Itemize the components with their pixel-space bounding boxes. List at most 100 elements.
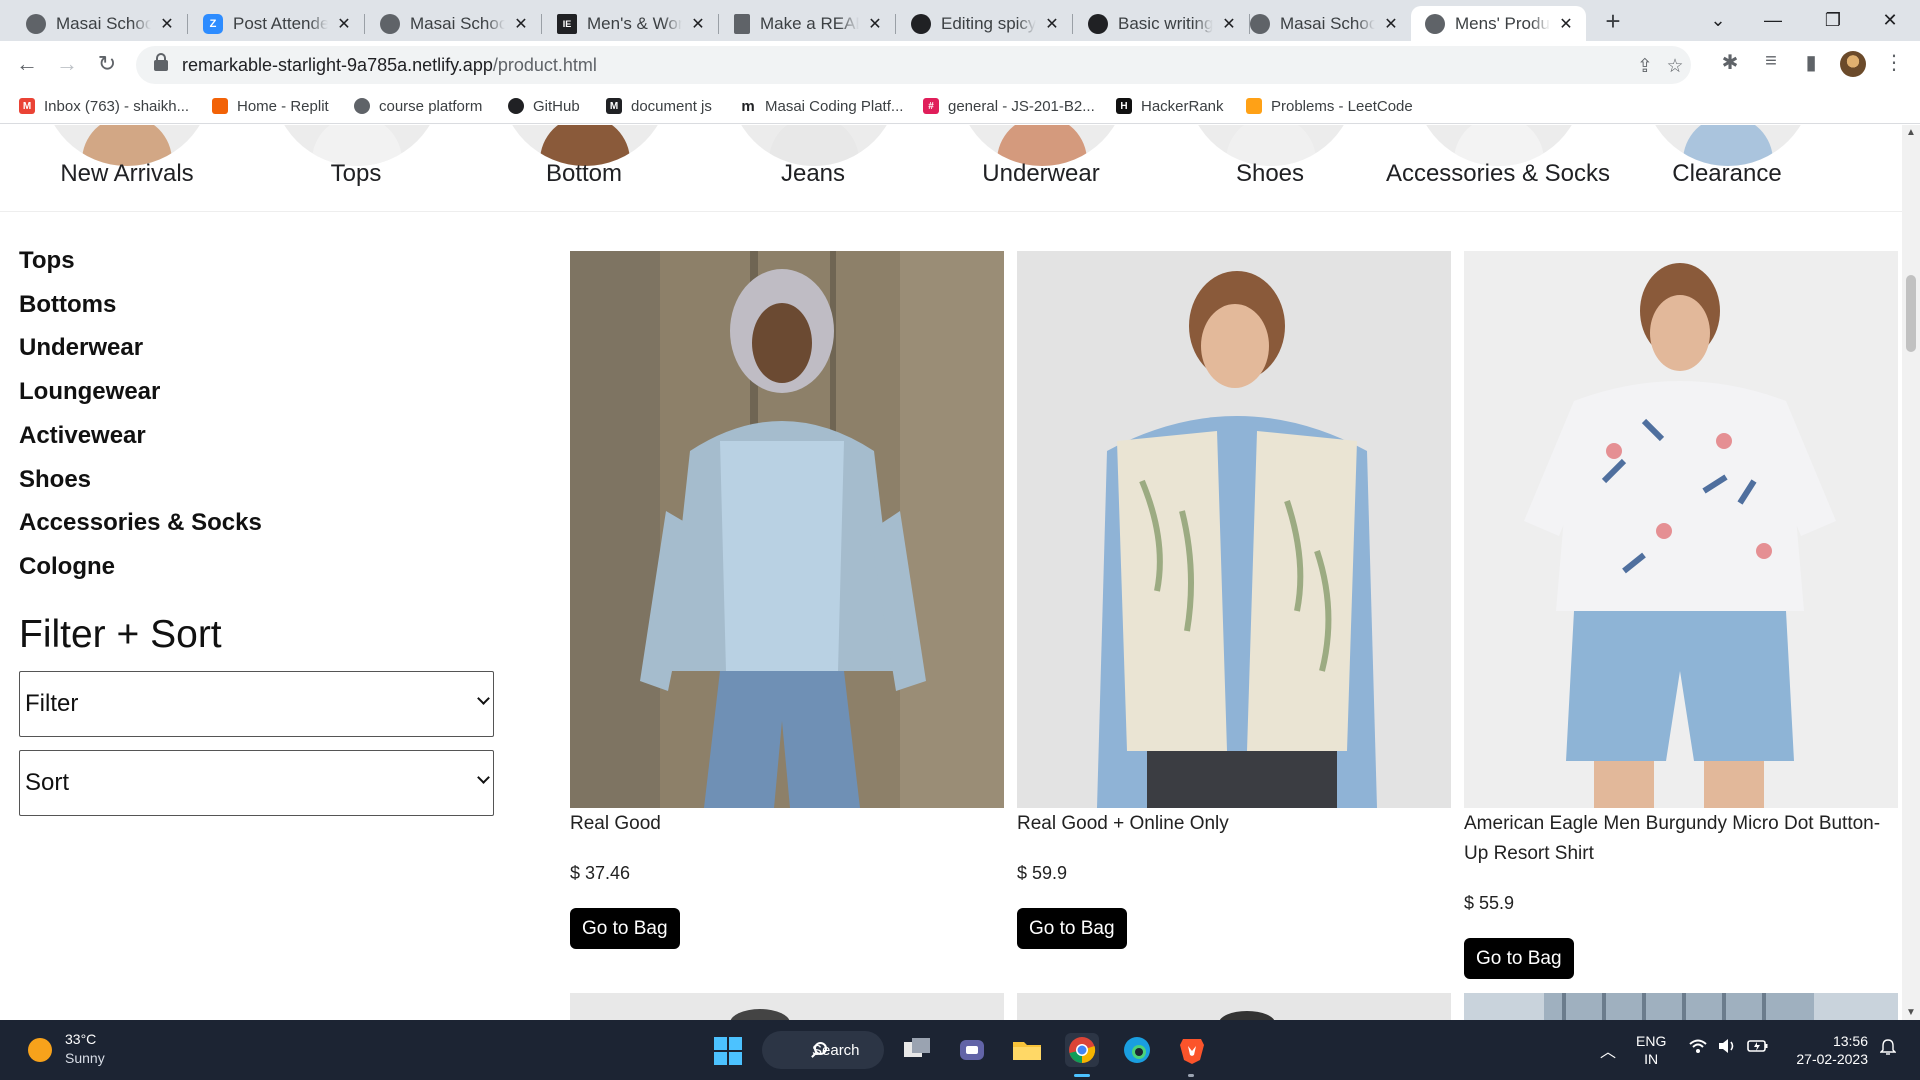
- bookmark-masai-coding[interactable]: m Masai Coding Platf...: [740, 95, 903, 117]
- weather-temperature[interactable]: 33°C: [65, 1031, 96, 1047]
- weather-description[interactable]: Sunny: [65, 1050, 105, 1066]
- battery-charging-icon[interactable]: [1747, 1038, 1769, 1059]
- edge-icon[interactable]: [1120, 1033, 1154, 1067]
- bookmark-github[interactable]: GitHub: [508, 95, 580, 117]
- product-image-partial[interactable]: [570, 993, 1004, 1020]
- address-bar[interactable]: remarkable-starlight-9a785a.netlify.app/…: [136, 46, 1691, 84]
- tab-post-attendee[interactable]: Z Post Attendee ✕: [189, 6, 365, 41]
- sidebar-link-underwear[interactable]: Underwear: [19, 334, 143, 362]
- taskbar-search-button[interactable]: Search: [762, 1031, 884, 1069]
- close-icon[interactable]: ✕: [865, 14, 885, 34]
- teams-chat-icon[interactable]: [955, 1033, 989, 1067]
- forward-button[interactable]: →: [52, 50, 82, 80]
- close-icon[interactable]: ✕: [1556, 14, 1576, 34]
- product-image-partial[interactable]: [1017, 993, 1451, 1020]
- tab-editing-spicy[interactable]: Editing spicy- ✕: [897, 6, 1073, 41]
- sidebar-link-shoes[interactable]: Shoes: [19, 466, 91, 494]
- product-name[interactable]: Real Good + Online Only: [1017, 809, 1453, 839]
- lock-icon[interactable]: [154, 52, 168, 71]
- scroll-down-arrow-icon[interactable]: ▼: [1906, 1007, 1916, 1018]
- sort-select-value: Sort: [25, 769, 70, 796]
- minimize-button[interactable]: —: [1745, 0, 1801, 41]
- bookmark-course-platform[interactable]: course platform: [354, 95, 482, 117]
- volume-icon[interactable]: [1717, 1038, 1737, 1059]
- close-icon[interactable]: ✕: [334, 14, 354, 34]
- reload-button[interactable]: ↻: [92, 50, 122, 80]
- product-image[interactable]: [570, 251, 1004, 808]
- side-panel-icon[interactable]: ▮: [1798, 50, 1824, 75]
- page-scrollbar[interactable]: ▲ ▼: [1902, 125, 1920, 1020]
- tab-title: Men's & Wom: [587, 13, 682, 33]
- category-underwear[interactable]: Underwear: [926, 160, 1156, 188]
- system-clock[interactable]: 13:56 27-02-2023: [1790, 1032, 1868, 1068]
- product-image-partial[interactable]: [1464, 993, 1898, 1020]
- tab-masai-school-2[interactable]: Masai School | ✕: [366, 6, 542, 41]
- language-indicator[interactable]: ENG IN: [1636, 1032, 1666, 1068]
- product-name[interactable]: Real Good: [570, 809, 1006, 839]
- close-icon[interactable]: ✕: [1042, 14, 1062, 34]
- sidebar-link-cologne[interactable]: Cologne: [19, 553, 115, 581]
- category-tops[interactable]: Tops: [241, 160, 471, 188]
- go-to-bag-button[interactable]: Go to Bag: [570, 908, 680, 949]
- scroll-up-arrow-icon[interactable]: ▲: [1906, 127, 1916, 138]
- go-to-bag-button[interactable]: Go to Bag: [1464, 938, 1574, 979]
- sidebar-link-accessories-socks[interactable]: Accessories & Socks: [19, 509, 262, 537]
- file-explorer-icon[interactable]: [1010, 1033, 1044, 1067]
- bookmark-inbox[interactable]: M Inbox (763) - shaikh...: [19, 95, 189, 117]
- filter-select[interactable]: Filter: [19, 671, 494, 737]
- restore-button[interactable]: ❐: [1805, 0, 1861, 41]
- profile-avatar[interactable]: [1840, 51, 1866, 77]
- wifi-icon[interactable]: [1688, 1038, 1708, 1059]
- product-image[interactable]: [1464, 251, 1898, 808]
- bookmark-document-js[interactable]: Mdocument js: [606, 95, 712, 117]
- sidebar-link-activewear[interactable]: Activewear: [19, 422, 146, 450]
- category-shoes[interactable]: Shoes: [1155, 160, 1385, 188]
- url-text[interactable]: remarkable-starlight-9a785a.netlify.app/…: [182, 55, 597, 76]
- close-icon[interactable]: ✕: [157, 14, 177, 34]
- share-icon[interactable]: ⇪: [1633, 55, 1657, 78]
- task-view-icon[interactable]: [900, 1033, 934, 1067]
- close-window-button[interactable]: ✕: [1862, 0, 1918, 41]
- chrome-menu-icon[interactable]: ⋮: [1884, 50, 1904, 75]
- tab-basic-writing[interactable]: Basic writing a ✕: [1074, 6, 1250, 41]
- extensions-puzzle-icon[interactable]: ✱: [1717, 50, 1743, 75]
- sidebar-link-bottoms[interactable]: Bottoms: [19, 291, 116, 319]
- bookmark-leetcode[interactable]: Problems - LeetCode: [1246, 95, 1413, 117]
- notification-bell-icon[interactable]: [1879, 1038, 1897, 1061]
- close-icon[interactable]: ✕: [511, 14, 531, 34]
- go-to-bag-button[interactable]: Go to Bag: [1017, 908, 1127, 949]
- windows-start-icon[interactable]: [714, 1037, 742, 1065]
- tab-mens-products[interactable]: Mens' Produc ✕: [1411, 6, 1586, 41]
- product-image[interactable]: [1017, 251, 1451, 808]
- sun-weather-icon[interactable]: [28, 1038, 52, 1062]
- bookmark-hackerrank[interactable]: H HackerRank: [1116, 95, 1224, 117]
- chevron-down-icon: [477, 692, 490, 705]
- chrome-taskbar-icon[interactable]: [1065, 1033, 1099, 1067]
- bookmark-slack-general[interactable]: # general - JS-201-B2...: [923, 95, 1095, 117]
- bookmark-star-icon[interactable]: ☆: [1663, 55, 1687, 78]
- category-accessories-socks[interactable]: Accessories & Socks: [1383, 160, 1613, 188]
- tab-masai-school-3[interactable]: Masai School ✕: [1236, 6, 1411, 41]
- sidebar-link-loungewear[interactable]: Loungewear: [19, 378, 160, 406]
- tab-make-readme[interactable]: Make a READ ✕: [720, 6, 896, 41]
- category-jeans[interactable]: Jeans: [698, 160, 928, 188]
- scrollbar-thumb[interactable]: [1906, 275, 1916, 352]
- media-control-icon[interactable]: ≡: [1758, 50, 1784, 73]
- sidebar-link-tops[interactable]: Tops: [19, 247, 75, 275]
- category-new-arrivals[interactable]: New Arrivals: [12, 160, 242, 188]
- tab-search-chevron-icon[interactable]: ⌄: [1690, 0, 1746, 41]
- tab-masai-school-1[interactable]: Masai School | ✕: [12, 6, 188, 41]
- category-clearance[interactable]: Clearance: [1612, 160, 1842, 188]
- sort-select[interactable]: Sort: [19, 750, 494, 816]
- tab-title: Mens' Produc: [1455, 13, 1550, 33]
- new-tab-button[interactable]: +: [1597, 6, 1629, 38]
- back-button[interactable]: ←: [12, 50, 42, 80]
- category-bottom[interactable]: Bottom: [469, 160, 699, 188]
- bookmark-replit[interactable]: Home - Replit: [212, 95, 329, 117]
- close-icon[interactable]: ✕: [1381, 14, 1401, 34]
- close-icon[interactable]: ✕: [688, 14, 708, 34]
- brave-icon[interactable]: [1175, 1033, 1209, 1067]
- tab-mens-womens[interactable]: IE Men's & Wom ✕: [543, 6, 719, 41]
- show-hidden-icons-chevron-icon[interactable]: ︿: [1600, 1038, 1616, 1062]
- product-name[interactable]: American Eagle Men Burgundy Micro Dot Bu…: [1464, 809, 1900, 869]
